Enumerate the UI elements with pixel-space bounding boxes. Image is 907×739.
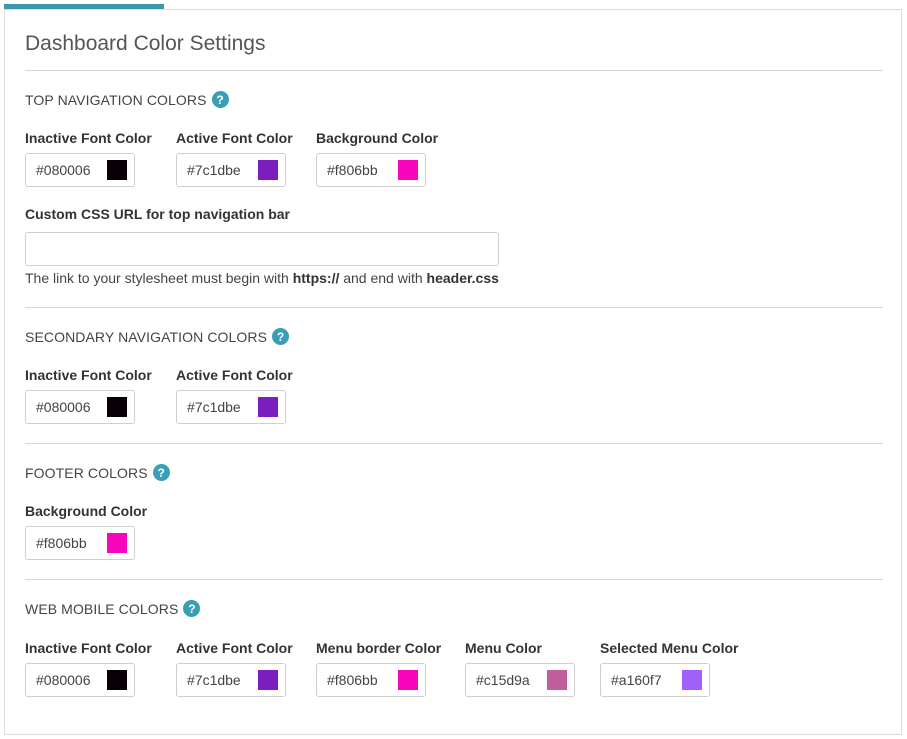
color-picker-input[interactable]: #a160f7 (600, 663, 710, 697)
color-swatch[interactable] (682, 670, 702, 690)
color-picker-input[interactable]: #7c1dbe (176, 153, 286, 187)
secondary-nav-inactive-font-color: Inactive Font Color #080006 (25, 367, 152, 424)
color-picker-input[interactable]: #c15d9a (465, 663, 575, 697)
color-swatch[interactable] (258, 397, 278, 417)
color-swatch[interactable] (258, 670, 278, 690)
section-title-footer: FOOTER COLORS ? (25, 464, 170, 481)
color-picker-input[interactable]: #080006 (25, 153, 135, 187)
section-title-secondary-nav: SECONDARY NAVIGATION COLORS ? (25, 328, 290, 345)
web-mobile-menu-border-color: Menu border Color #f806bb (316, 640, 441, 697)
color-swatch[interactable] (398, 670, 418, 690)
color-picker-input[interactable]: #7c1dbe (176, 390, 286, 424)
color-swatch[interactable] (258, 160, 278, 180)
color-picker-input[interactable]: #f806bb (316, 663, 426, 697)
top-nav-active-font-color: Active Font Color #7c1dbe (176, 130, 293, 187)
top-nav-background-color: Background Color #f806bb (316, 130, 438, 187)
footer-background-color: Background Color #f806bb (25, 503, 147, 560)
secondary-nav-active-font-color: Active Font Color #7c1dbe (176, 367, 293, 424)
section-title-top-nav: TOP NAVIGATION COLORS ? (25, 91, 229, 108)
section-title-web-mobile: WEB MOBILE COLORS ? (25, 600, 201, 617)
color-picker-input[interactable]: #080006 (25, 663, 135, 697)
web-mobile-selected-menu-color: Selected Menu Color #a160f7 (600, 640, 738, 697)
color-swatch[interactable] (107, 397, 127, 417)
help-icon[interactable]: ? (211, 91, 229, 108)
color-swatch[interactable] (107, 160, 127, 180)
help-icon[interactable]: ? (183, 600, 201, 617)
divider (25, 443, 883, 444)
color-picker-input[interactable]: #f806bb (316, 153, 426, 187)
divider (25, 579, 883, 580)
divider (25, 70, 883, 71)
color-picker-input[interactable]: #f806bb (25, 526, 135, 560)
color-picker-input[interactable]: #080006 (25, 390, 135, 424)
web-mobile-active-font-color: Active Font Color #7c1dbe (176, 640, 293, 697)
page-title: Dashboard Color Settings (25, 32, 266, 55)
color-swatch[interactable] (107, 670, 127, 690)
color-swatch[interactable] (547, 670, 567, 690)
top-nav-inactive-font-color: Inactive Font Color #080006 (25, 130, 152, 187)
color-swatch[interactable] (107, 533, 127, 553)
help-icon[interactable]: ? (152, 464, 170, 481)
color-swatch[interactable] (398, 160, 418, 180)
web-mobile-inactive-font-color: Inactive Font Color #080006 (25, 640, 152, 697)
custom-css-url-input[interactable] (25, 232, 499, 266)
css-url-hint: The link to your stylesheet must begin w… (25, 270, 499, 286)
color-picker-input[interactable]: #7c1dbe (176, 663, 286, 697)
divider (25, 307, 883, 308)
custom-css-url-field: Custom CSS URL for top navigation bar (25, 206, 499, 266)
web-mobile-menu-color: Menu Color #c15d9a (465, 640, 575, 697)
settings-panel: Dashboard Color Settings TOP NAVIGATION … (4, 9, 902, 735)
help-icon[interactable]: ? (272, 328, 290, 345)
